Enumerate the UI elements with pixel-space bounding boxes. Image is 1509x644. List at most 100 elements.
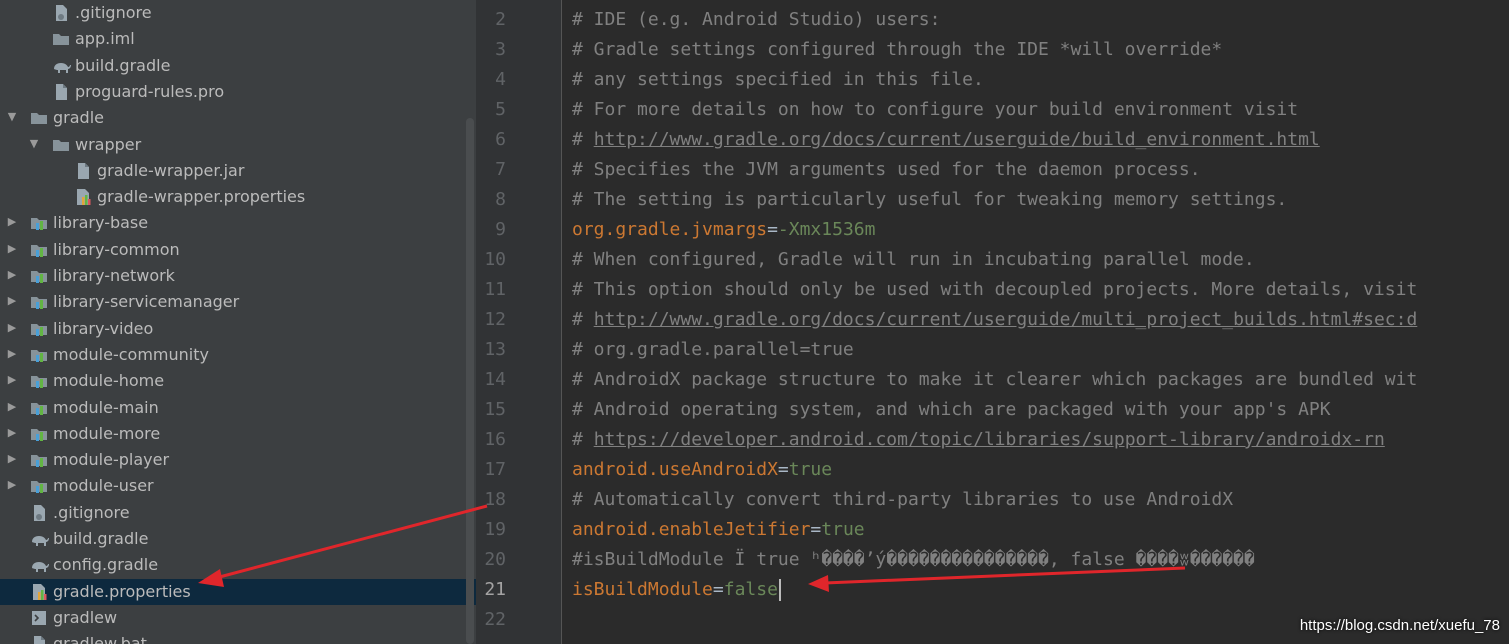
code-token: # org.gradle.parallel=true [572,339,854,360]
tree-item-gradle-properties[interactable]: gradle.properties [0,578,476,605]
project-tree-panel[interactable]: .gitignore app.iml build.gradle proguard-ru… [0,0,476,644]
tree-item-label: .gitignore [53,502,130,522]
code-link[interactable]: http://www.gradle.org/docs/current/userg… [594,309,1418,330]
code-line[interactable]: # http://www.gradle.org/docs/current/use… [572,125,1320,155]
expanded-arrow-icon[interactable]: ▼ [28,137,40,151]
expanded-arrow-icon[interactable]: ▼ [6,110,18,124]
module-folder-icon [29,240,49,260]
line-number: 7 [495,159,506,180]
tree-item-label: .gitignore [75,3,152,22]
line-number: 5 [495,99,506,120]
code-token: # [572,429,594,450]
git-file-icon [51,3,71,23]
code-line[interactable]: # When configured, Gradle will run in in… [572,245,1255,275]
code-link[interactable]: https://developer.android.com/topic/libr… [594,429,1385,450]
code-line[interactable]: android.enableJetifier=true [572,515,865,545]
tree-item-module-home[interactable]: ▶ module-home [0,368,476,394]
tree-item-label: library-servicemanager [53,292,240,312]
tree-item-library-servicemanager[interactable]: ▶ library-servicemanager [0,289,476,315]
code-line[interactable]: # http://www.gradle.org/docs/current/use… [572,305,1417,335]
line-number: 22 [484,609,506,630]
tree-item-library-base[interactable]: ▶ library-base [0,210,476,236]
code-line[interactable]: # org.gradle.parallel=true [572,335,854,365]
code-editor[interactable]: # IDE (e.g. Android Studio) users: # Grad… [562,0,1509,644]
code-line[interactable]: org.gradle.jvmargs=-Xmx1536m [572,215,875,245]
tree-item-wrapper[interactable]: ▼ wrapper [0,132,476,158]
collapsed-arrow-icon[interactable]: ▶ [6,268,18,282]
file-icon [51,82,71,102]
collapsed-arrow-icon[interactable]: ▶ [6,347,18,361]
collapsed-arrow-icon[interactable]: ▶ [6,321,18,335]
tree-item-label: proguard-rules.pro [75,81,225,101]
line-number: 10 [484,249,506,270]
collapsed-arrow-icon[interactable]: ▶ [6,426,18,440]
tree-item-gradlew-bat[interactable]: gradlew.bat [0,631,476,644]
tree-item-proguard-rules-pro[interactable]: proguard-rules.pro [0,79,476,105]
code-line[interactable]: # This option should only be used with d… [572,275,1417,305]
tree-item-library-network[interactable]: ▶ library-network [0,263,476,289]
code-token: # When configured, Gradle will run in in… [572,249,1255,270]
code-line[interactable]: # https://developer.android.com/topic/li… [572,425,1385,455]
tree-item-gradle[interactable]: ▼ gradle [0,105,476,131]
line-number: 15 [484,399,506,420]
tree-item-module-player[interactable]: ▶ module-player [0,447,476,473]
tree-item-gitignore[interactable]: .gitignore [0,500,476,526]
code-token: = [810,519,822,540]
module-folder-icon [29,345,49,365]
collapsed-arrow-icon[interactable]: ▶ [6,373,18,387]
tree-item-gradle-wrapper-jar[interactable]: gradle-wrapper.jar [0,158,476,184]
code-link[interactable]: http://www.gradle.org/docs/current/userg… [594,129,1320,150]
gradle-elephant-icon [29,529,49,549]
tree-item-label: module-main [53,397,159,417]
code-line[interactable]: # AndroidX package structure to make it … [572,365,1417,395]
tree-item-gradle-wrapper-properties[interactable]: gradle-wrapper.properties [0,184,476,210]
tree-item-library-video[interactable]: ▶ library-video [0,316,476,342]
tree-item-label: build.gradle [53,529,149,548]
tree-item-label: library-video [53,318,154,338]
tree-item-module-main[interactable]: ▶ module-main [0,395,476,421]
tree-item-build-gradle[interactable]: build.gradle [0,53,476,79]
collapsed-arrow-icon[interactable]: ▶ [6,215,18,229]
tree-item-module-user[interactable]: ▶ module-user [0,473,476,499]
code-token: -Xmx1536m [777,219,876,240]
code-line[interactable]: isBuildModule=false [572,575,781,605]
code-token: # any settings specified in this file. [572,69,984,90]
tree-item-module-more[interactable]: ▶ module-more [0,421,476,447]
code-line[interactable]: # Gradle settings configured through the… [572,35,1222,65]
code-line[interactable]: # Automatically convert third-party libr… [572,485,1233,515]
project-tree-scrollbar[interactable] [466,118,474,644]
tree-item-gradlew[interactable]: gradlew [0,605,476,631]
module-folder-icon [29,319,49,339]
module-folder-icon [29,450,49,470]
collapsed-arrow-icon[interactable]: ▶ [6,478,18,492]
folder-icon [51,135,71,155]
tree-item-label: library-base [53,213,149,233]
tree-item-app-iml[interactable]: app.iml [0,26,476,52]
tree-item-gitignore[interactable]: .gitignore [0,0,476,26]
code-line[interactable]: # Android operating system, and which ar… [572,395,1331,425]
tree-item-build-gradle[interactable]: build.gradle [0,526,476,552]
tree-item-config-gradle[interactable]: config.gradle [0,552,476,578]
collapsed-arrow-icon[interactable]: ▶ [6,452,18,466]
tree-item-library-common[interactable]: ▶ library-common [0,237,476,263]
tree-item-module-community[interactable]: ▶ module-community [0,342,476,368]
tree-item-label: gradle-wrapper.jar [97,160,245,180]
code-token: false [723,579,778,600]
line-number: 18 [484,489,506,510]
tree-item-label: app.iml [75,29,135,49]
line-number: 9 [495,219,506,240]
collapsed-arrow-icon[interactable]: ▶ [6,400,18,414]
code-token: # AndroidX package structure to make it … [572,369,1418,390]
line-number: 6 [495,129,506,150]
code-line[interactable]: # The setting is particularly useful for… [572,185,1287,215]
code-line[interactable]: android.useAndroidX=true [572,455,832,485]
code-token: isBuildModule [572,579,713,600]
code-line[interactable]: # Specifies the JVM arguments used for t… [572,155,1201,185]
code-line[interactable]: # any settings specified in this file. [572,65,984,95]
collapsed-arrow-icon[interactable]: ▶ [6,242,18,256]
code-line[interactable]: # For more details on how to configure y… [572,95,1298,125]
collapsed-arrow-icon[interactable]: ▶ [6,294,18,308]
code-line[interactable]: # IDE (e.g. Android Studio) users: [572,5,940,35]
code-line[interactable]: #isBuildModule Ï true ʰ����ʼý�����������… [572,545,1255,575]
line-number: 13 [484,339,506,360]
